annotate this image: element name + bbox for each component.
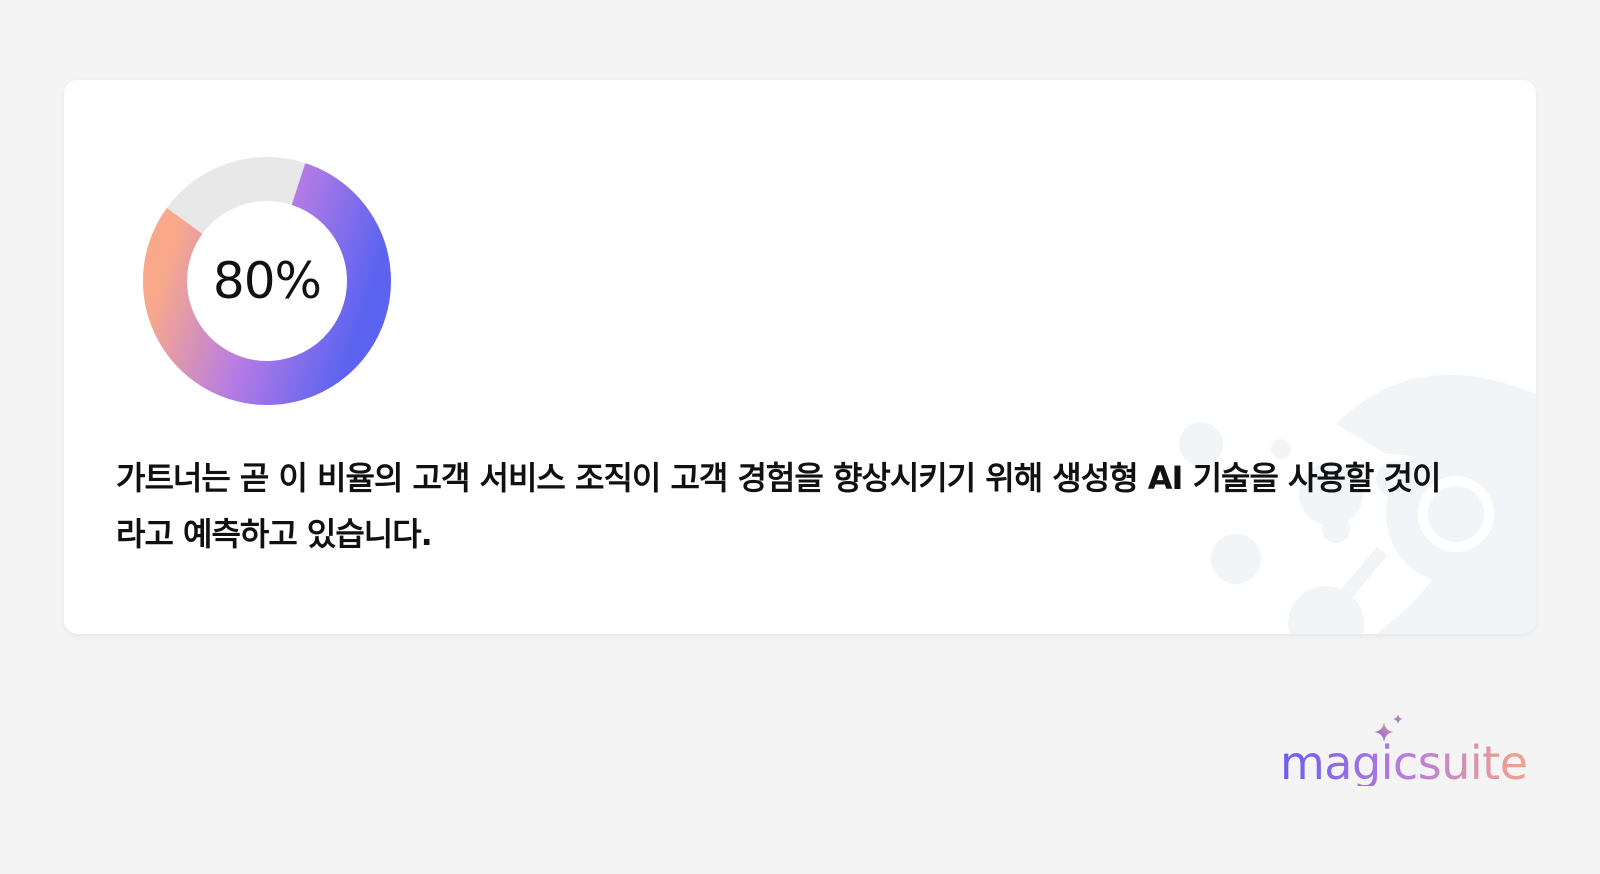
brand-name: magicsuite	[1280, 736, 1528, 790]
stat-card: 80% 가트너는 곧 이 비율의 고객 서비스 조직이 고객 경험을 향상시키기…	[64, 80, 1536, 634]
statement-text: 가트너는 곧 이 비율의 고객 서비스 조직이 고객 경험을 향상시키기 위해 …	[116, 459, 1441, 553]
brand-logo: magicsuite	[1280, 712, 1540, 792]
percentage-value: 80%	[212, 252, 322, 310]
